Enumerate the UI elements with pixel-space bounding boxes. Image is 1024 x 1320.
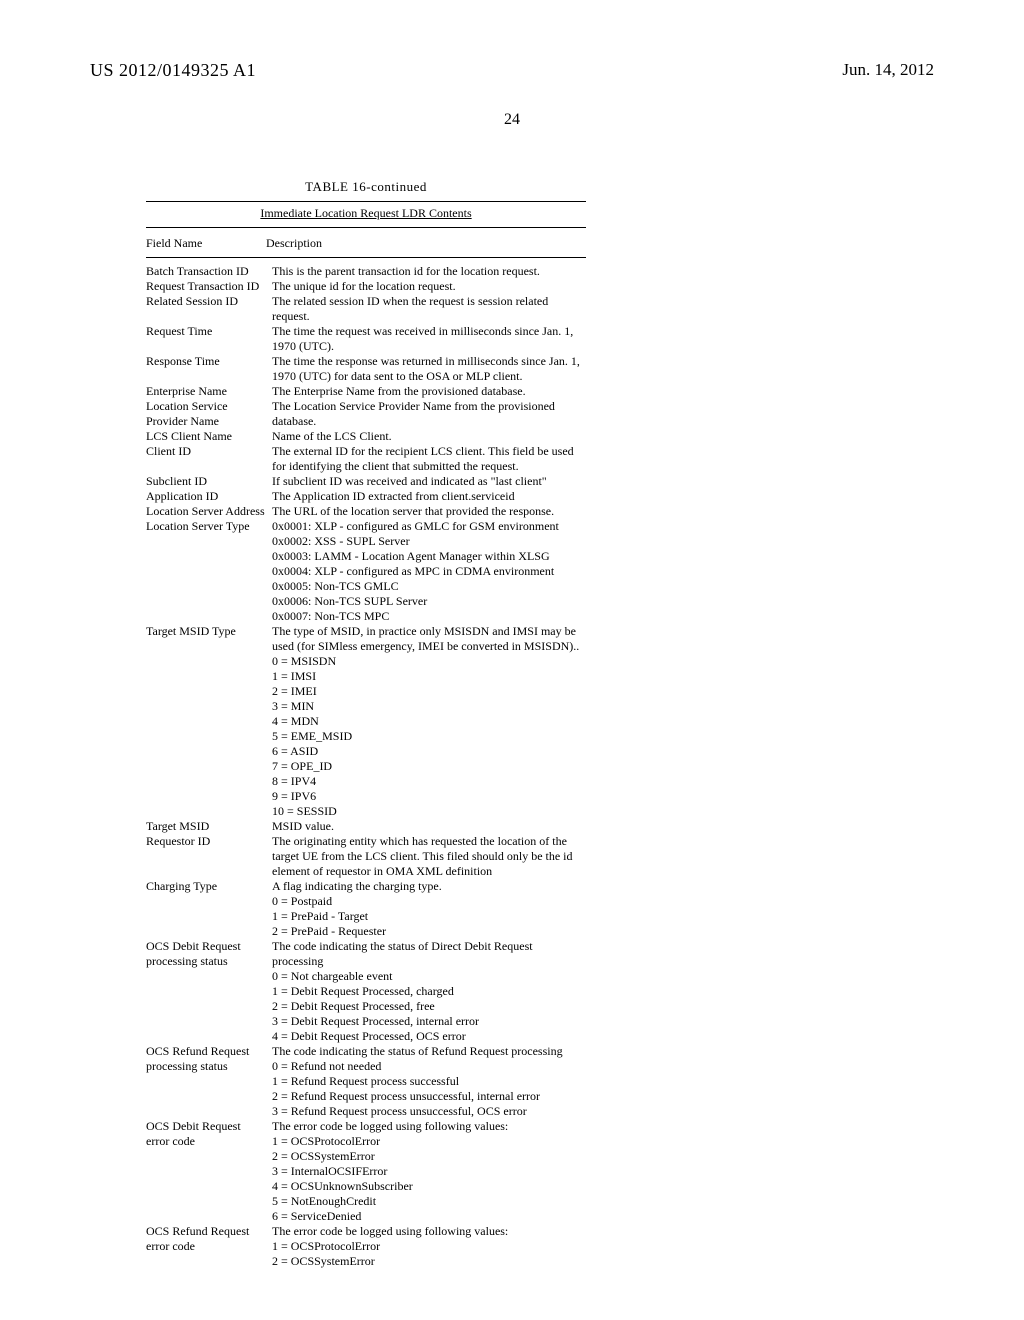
table-row: Enterprise NameThe Enterprise Name from …: [146, 384, 586, 399]
description-cell: MSID value.: [272, 819, 586, 834]
table-row: Request TimeThe time the request was rec…: [146, 324, 586, 354]
table-16-continued: TABLE 16-continued Immediate Location Re…: [146, 179, 586, 1269]
table-row: OCS Refund Request error codeThe error c…: [146, 1224, 586, 1269]
description-cell: 0x0001: XLP - configured as GMLC for GSM…: [272, 519, 586, 624]
field-name-cell: LCS Client Name: [146, 429, 272, 444]
description-cell: The external ID for the recipient LCS cl…: [272, 444, 586, 474]
column-header-field: Field Name: [146, 236, 266, 251]
field-name-cell: OCS Debit Request error code: [146, 1119, 272, 1149]
publication-date: Jun. 14, 2012: [842, 60, 934, 81]
column-header-description: Description: [266, 236, 586, 251]
table-row: Location Service Provider NameThe Locati…: [146, 399, 586, 429]
description-cell: The error code be logged using following…: [272, 1224, 586, 1269]
field-name-cell: Charging Type: [146, 879, 272, 894]
field-name-cell: Requestor ID: [146, 834, 272, 849]
table-row: Application IDThe Application ID extract…: [146, 489, 586, 504]
description-cell: Name of the LCS Client.: [272, 429, 586, 444]
table-row: LCS Client NameName of the LCS Client.: [146, 429, 586, 444]
table-row: Location Server Type0x0001: XLP - config…: [146, 519, 586, 624]
description-cell: The code indicating the status of Refund…: [272, 1044, 586, 1119]
table-row: OCS Debit Request processing statusThe c…: [146, 939, 586, 1044]
field-name-cell: Target MSID: [146, 819, 272, 834]
page: US 2012/0149325 A1 Jun. 14, 2012 24 TABL…: [0, 0, 1024, 1309]
description-cell: This is the parent transaction id for th…: [272, 264, 586, 279]
description-cell: The time the response was returned in mi…: [272, 354, 586, 384]
table-row: OCS Refund Request processing statusThe …: [146, 1044, 586, 1119]
field-name-cell: Request Transaction ID: [146, 279, 272, 294]
description-cell: The time the request was received in mil…: [272, 324, 586, 354]
field-name-cell: Enterprise Name: [146, 384, 272, 399]
description-cell: The type of MSID, in practice only MSISD…: [272, 624, 586, 819]
description-cell: The related session ID when the request …: [272, 294, 586, 324]
field-name-cell: Response Time: [146, 354, 272, 369]
field-name-cell: Location Server Type: [146, 519, 272, 534]
description-cell: The error code be logged using following…: [272, 1119, 586, 1224]
table-row: Target MSID TypeThe type of MSID, in pra…: [146, 624, 586, 819]
field-name-cell: Application ID: [146, 489, 272, 504]
table-row: Response TimeThe time the response was r…: [146, 354, 586, 384]
table-body: Batch Transaction IDThis is the parent t…: [146, 258, 586, 1269]
field-name-cell: OCS Debit Request processing status: [146, 939, 272, 969]
table-subtitle: Immediate Location Request LDR Contents: [146, 201, 586, 228]
page-header: US 2012/0149325 A1 Jun. 14, 2012: [90, 60, 934, 81]
field-name-cell: OCS Refund Request processing status: [146, 1044, 272, 1074]
field-name-cell: Location Server Address: [146, 504, 272, 519]
field-name-cell: Related Session ID: [146, 294, 272, 309]
table-row: Requestor IDThe originating entity which…: [146, 834, 586, 879]
description-cell: The code indicating the status of Direct…: [272, 939, 586, 1044]
publication-number: US 2012/0149325 A1: [90, 60, 256, 81]
table-row: Related Session IDThe related session ID…: [146, 294, 586, 324]
table-row: Location Server AddressThe URL of the lo…: [146, 504, 586, 519]
description-cell: The originating entity which has request…: [272, 834, 586, 879]
field-name-cell: Batch Transaction ID: [146, 264, 272, 279]
description-cell: The URL of the location server that prov…: [272, 504, 586, 519]
table-row: Request Transaction IDThe unique id for …: [146, 279, 586, 294]
field-name-cell: Target MSID Type: [146, 624, 272, 639]
page-number: 24: [90, 111, 934, 129]
table-column-headers: Field Name Description: [146, 232, 586, 258]
description-cell: The Enterprise Name from the provisioned…: [272, 384, 586, 399]
field-name-cell: Client ID: [146, 444, 272, 459]
field-name-cell: OCS Refund Request error code: [146, 1224, 272, 1254]
table-row: Batch Transaction IDThis is the parent t…: [146, 264, 586, 279]
table-row: Target MSIDMSID value.: [146, 819, 586, 834]
table-row: OCS Debit Request error codeThe error co…: [146, 1119, 586, 1224]
description-cell: The Location Service Provider Name from …: [272, 399, 586, 429]
description-cell: A flag indicating the charging type. 0 =…: [272, 879, 586, 939]
field-name-cell: Subclient ID: [146, 474, 272, 489]
field-name-cell: Location Service Provider Name: [146, 399, 272, 429]
description-cell: The unique id for the location request.: [272, 279, 586, 294]
table-row: Subclient IDIf subclient ID was received…: [146, 474, 586, 489]
field-name-cell: Request Time: [146, 324, 272, 339]
table-row: Client IDThe external ID for the recipie…: [146, 444, 586, 474]
table-title: TABLE 16-continued: [146, 179, 586, 195]
description-cell: The Application ID extracted from client…: [272, 489, 586, 504]
description-cell: If subclient ID was received and indicat…: [272, 474, 586, 489]
table-row: Charging TypeA flag indicating the charg…: [146, 879, 586, 939]
